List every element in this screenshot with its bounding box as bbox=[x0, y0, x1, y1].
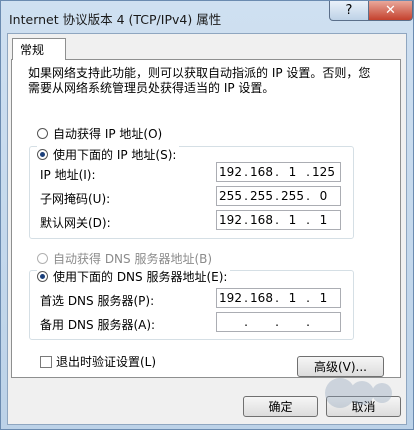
octet: 125 bbox=[312, 165, 335, 179]
alternate-dns-label: 备用 DNS 服务器(A): bbox=[40, 318, 156, 332]
window-title: Internet 协议版本 4 (TCP/IPv4) 属性 bbox=[9, 12, 222, 27]
help-icon: ? bbox=[345, 3, 353, 18]
radio-icon bbox=[37, 253, 48, 264]
tab-general[interactable]: 常规 bbox=[12, 38, 66, 60]
validate-on-exit-checkbox[interactable]: 退出时验证设置(L) bbox=[40, 353, 156, 370]
default-gateway-input[interactable]: 192. 168. 1. 1 bbox=[216, 210, 341, 230]
octet-dot: . bbox=[244, 315, 248, 329]
description-text: 如果网络支持此功能，则可以获取自动指派的 IP 设置。否则，您需要从网络系统管理… bbox=[28, 66, 371, 95]
subnet-mask-input[interactable]: 255. 255. 255. 0 bbox=[216, 186, 341, 206]
ip-address-input[interactable]: 192. 168. 1. 125 bbox=[216, 162, 341, 182]
octet: 192 bbox=[219, 165, 242, 179]
preferred-dns-label: 首选 DNS 服务器(P): bbox=[40, 294, 155, 308]
ok-button[interactable]: 确定 bbox=[243, 396, 318, 417]
octet: 0 bbox=[319, 189, 328, 203]
octet: 255 bbox=[250, 189, 273, 203]
auto-ip-radio[interactable]: 自动获得 IP 地址(O) bbox=[37, 125, 162, 142]
preferred-dns-input[interactable]: 192. 168. 1. 1 bbox=[216, 288, 341, 308]
close-icon: ✕ bbox=[385, 3, 396, 18]
radio-icon bbox=[37, 128, 48, 139]
manual-dns-label: 使用下面的 DNS 服务器地址(E): bbox=[53, 270, 228, 284]
octet: 168 bbox=[250, 213, 273, 227]
auto-dns-radio[interactable]: 自动获得 DNS 服务器地址(B) bbox=[37, 250, 212, 267]
close-button[interactable]: ✕ bbox=[368, 1, 413, 21]
octet: 255 bbox=[219, 189, 242, 203]
octet: 192 bbox=[219, 213, 242, 227]
octet: 255 bbox=[281, 189, 304, 203]
octet: 1 bbox=[288, 165, 297, 179]
checkbox-box bbox=[40, 355, 52, 368]
octet-dot: . bbox=[306, 315, 310, 329]
subnet-mask-label: 子网掩码(U): bbox=[40, 192, 111, 206]
help-button[interactable]: ? bbox=[329, 1, 369, 21]
manual-ip-radio[interactable]: 使用下面的 IP 地址(S): bbox=[37, 146, 180, 163]
manual-ip-label: 使用下面的 IP 地址(S): bbox=[53, 148, 177, 162]
auto-ip-label: 自动获得 IP 地址(O) bbox=[53, 127, 163, 141]
octet: 168 bbox=[250, 291, 273, 305]
default-gateway-label: 默认网关(D): bbox=[40, 216, 111, 230]
octet: 1 bbox=[319, 213, 328, 227]
radio-selected-icon bbox=[37, 149, 48, 160]
alternate-dns-input[interactable]: . . . bbox=[216, 312, 341, 332]
validate-on-exit-label: 退出时验证设置(L) bbox=[56, 355, 157, 369]
octet-dot: . bbox=[275, 315, 279, 329]
octet: 1 bbox=[288, 213, 297, 227]
auto-dns-label: 自动获得 DNS 服务器地址(B) bbox=[53, 252, 213, 266]
octet: 168 bbox=[250, 165, 273, 179]
manual-dns-radio[interactable]: 使用下面的 DNS 服务器地址(E): bbox=[37, 268, 231, 285]
octet: 1 bbox=[319, 291, 328, 305]
ip-address-label: IP 地址(I): bbox=[40, 168, 96, 182]
radio-selected-icon bbox=[37, 271, 48, 282]
octet: 192 bbox=[219, 291, 242, 305]
tab-label: 常规 bbox=[20, 43, 45, 57]
watermark-logo-icon bbox=[325, 378, 392, 408]
octet: 1 bbox=[288, 291, 297, 305]
